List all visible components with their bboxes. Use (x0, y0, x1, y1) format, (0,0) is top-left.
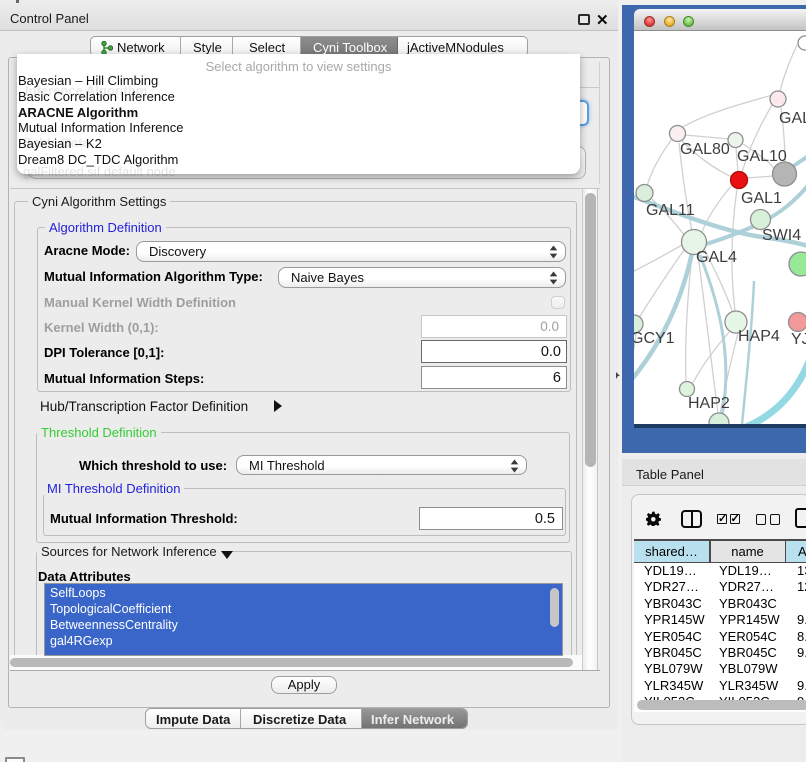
svg-text:YJ: YJ (791, 331, 806, 348)
svg-text:GCY1: GCY1 (634, 330, 675, 347)
svg-text:HAP4: HAP4 (738, 328, 780, 345)
svg-text:HAP2: HAP2 (688, 395, 730, 412)
svg-text:GAL80: GAL80 (680, 141, 730, 158)
svg-text:GAL4: GAL4 (696, 249, 737, 266)
svg-text:GAL1: GAL1 (741, 190, 782, 207)
svg-text:GAL7: GAL7 (779, 110, 806, 127)
svg-text:GAL10: GAL10 (737, 148, 787, 165)
svg-text:GAL11: GAL11 (646, 202, 695, 219)
svg-text:SWI4: SWI4 (762, 227, 801, 244)
